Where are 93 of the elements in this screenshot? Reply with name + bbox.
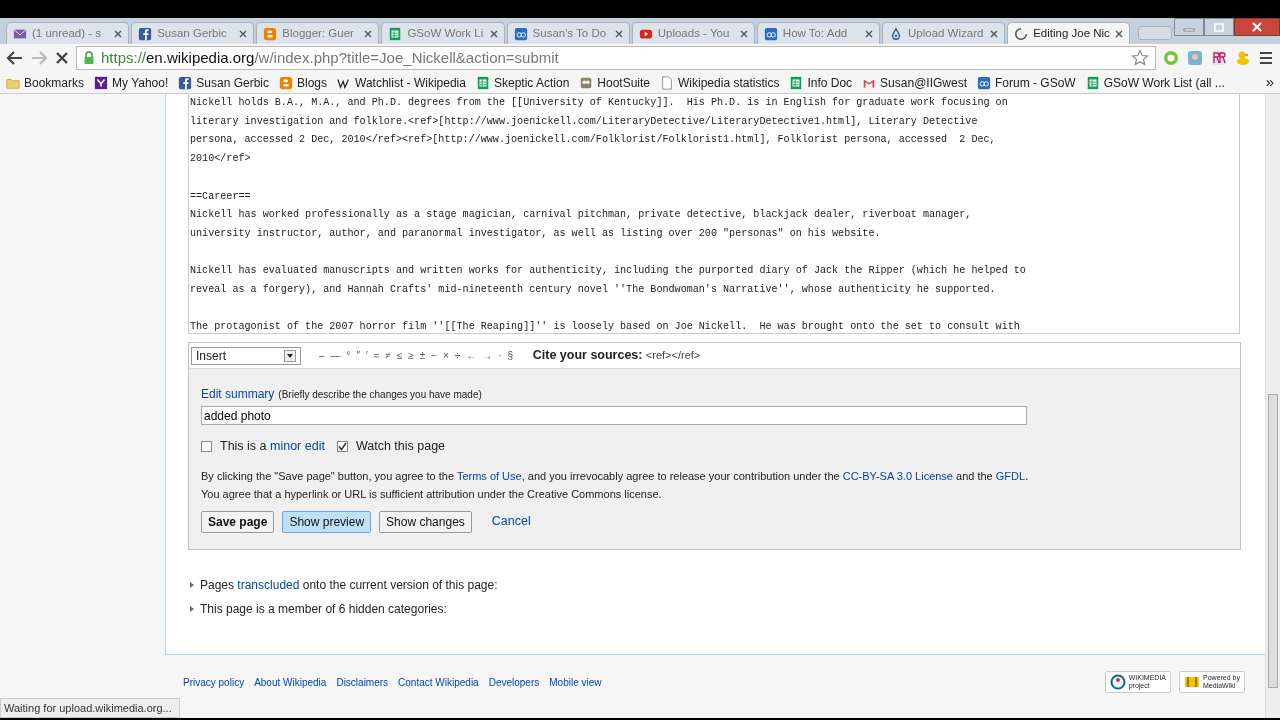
envelope-icon	[13, 26, 27, 41]
browser-tab[interactable]: Blogger: Guer	[256, 22, 380, 44]
license-link[interactable]: CC-BY-SA 3.0 License	[842, 469, 953, 482]
close-icon[interactable]	[239, 29, 248, 38]
attribution-text: You agree that a hyperlink or URL is sufficient attribution under the Creative Commons license.	[201, 487, 663, 503]
cite-sources-text: Cite your sources: <ref></ref>	[532, 347, 701, 365]
address-bar[interactable]: https://en.wikipedia.org/w/index.php?title=Joe_Nickell&action=submit	[76, 46, 1156, 70]
edit-summary-link[interactable]: Edit summary	[201, 385, 275, 403]
text-link[interactable]: transcluded	[237, 577, 300, 592]
footer-link[interactable]: About Wikipedia	[254, 674, 327, 701]
bookmark-item[interactable]: Susan Gerbic	[178, 73, 269, 92]
footer-link[interactable]: Contact Wikipedia	[398, 674, 479, 701]
bookmark-item[interactable]: GSoW Work List (all ...	[1085, 73, 1225, 92]
scrollbar[interactable]	[1265, 94, 1280, 718]
menu-icon[interactable]	[1258, 50, 1274, 66]
footer-link[interactable]: Developers	[488, 674, 540, 701]
bookmark-item[interactable]: Watchlist - Wikipedia	[337, 73, 466, 92]
collapsible-heading: Pages transcluded onto the current version of this page:	[200, 576, 498, 594]
pb-logo-icon	[977, 75, 991, 90]
facebook-icon	[138, 26, 153, 41]
insert-dropdown[interactable]: Insert	[191, 346, 301, 365]
pb-logo-icon	[763, 26, 778, 41]
close-icon[interactable]	[739, 29, 748, 38]
special-characters[interactable]: – — ° ″ ′ ≈ ≠ ≤ ≥ ± − × ÷ ← → · §	[319, 348, 515, 363]
more-bookmarks-button[interactable]: »	[1265, 71, 1274, 94]
yahoo-icon	[94, 75, 109, 90]
checkbox-label: This is a minor edit	[220, 438, 325, 455]
lock-icon	[83, 51, 95, 65]
pb-logo-icon	[513, 26, 528, 41]
restore-icon[interactable]	[1204, 18, 1234, 36]
checkmark-icon	[337, 441, 347, 451]
collapsed-arrow-icon[interactable]	[188, 580, 196, 589]
bookmark-item[interactable]: Susan@IIGwest	[862, 73, 967, 92]
browser-tab[interactable]: (1 unread) - s	[6, 22, 130, 44]
spreadsheet-icon	[789, 75, 804, 90]
spreadsheet-icon	[475, 75, 490, 90]
edit-summary-field[interactable]: added photo	[201, 406, 1027, 425]
wikitext-editor[interactable]: Nickell holds B.A., M.A., and Ph.D. degrees from the [[University of Kentucky]]. His Ph.D. is in English for graduate work focusing on literary investigation and folklore.<ref>[http://www.joenickell.com/LiteraryDetective/LiteraryDetective1.html], Literary Detective persona, accessed 2 Dec, 2010</ref><ref>[http://www.joenickell.com/Folklorist/Folklorist1.html], Folklorist persona, accessed 2 Dec, 2010</ref> ==Career== Nickell has worked professionally as a stage magician, carnival pitchman, private detective, blackjack dealer, riverboat manager, university instructor, author, and paranormal investigator, as well as listing over 200 "personas" on his website. Nickell has evaluated manuscripts and written works for authenticity, including the purported diary of Jack the Ripper (which he helped to reveal as a forgery), and Hannah Crafts' mid-nineteenth century novel ''The Bondwoman's Narrative'', whose authenticity he supported. The protagonist of the 2007 horror film ''[[The Reaping]]'' is loosely based on Joe Nickell. He was brought onto the set to consult with	[188, 94, 1240, 334]
browser-tab[interactable]: Editing Joe Nic	[1007, 22, 1131, 44]
bookmark-item[interactable]: Info Doc	[789, 73, 853, 92]
globe-icon	[1109, 673, 1126, 690]
close-icon[interactable]	[614, 29, 623, 38]
close-icon[interactable]	[1234, 18, 1280, 36]
checkbox-label: Watch this page	[355, 438, 446, 455]
blogger-icon	[263, 26, 278, 41]
footer-link[interactable]: Privacy policy	[183, 674, 245, 701]
url-text: https://en.wikipedia.org/w/index.php?title=Joe_Nickell&action=submit	[101, 47, 559, 68]
blogger-icon	[279, 75, 293, 90]
bookmark-item[interactable]: My Yahoo!	[94, 73, 169, 92]
close-icon[interactable]	[489, 29, 498, 38]
spreadsheet-icon	[388, 26, 403, 41]
browser-tab[interactable]: How To: Add	[756, 22, 880, 44]
license-link[interactable]: Terms of Use	[456, 469, 522, 482]
bookmark-item[interactable]: HootSuite	[579, 73, 651, 92]
bookmark-item[interactable]: Forum - GSoW	[977, 73, 1076, 92]
form-button[interactable]: Show preview	[282, 510, 372, 533]
checkbox[interactable]	[201, 440, 212, 452]
footer-link[interactable]: Mobile view	[549, 674, 602, 701]
close-icon[interactable]	[1115, 29, 1124, 38]
close-icon[interactable]	[865, 29, 873, 38]
browser-tab[interactable]: Uploads - You	[631, 22, 755, 44]
checkbox[interactable]	[336, 440, 348, 452]
minor-edit-link[interactable]: minor edit	[270, 439, 325, 453]
page-icon	[660, 75, 675, 90]
bookmark-item[interactable]: Bookmarks	[6, 73, 85, 92]
bookmark-item[interactable]: Blogs	[279, 73, 328, 92]
browser-tab[interactable]: Susan Gerbic	[131, 22, 255, 44]
spreadsheet-icon	[1085, 75, 1100, 90]
drop-icon	[889, 26, 903, 41]
bookmark-item[interactable]: Skeptic Action	[475, 73, 570, 92]
back-arrow-icon[interactable]	[6, 50, 24, 66]
stop-icon[interactable]	[54, 50, 70, 66]
form-button[interactable]: Save page	[201, 510, 275, 533]
browser-tab[interactable]: Susan's To Do	[506, 22, 630, 44]
close-icon[interactable]	[990, 29, 999, 38]
facebook-icon	[178, 75, 193, 90]
loading-spinner-icon	[1014, 26, 1029, 41]
bookmark-item[interactable]: Wikipedia statistics	[660, 73, 780, 92]
edit-summary-hint: (Briefly describe the changes you have made)	[278, 388, 482, 402]
collapsible-heading: This page is a member of 6 hidden categories:	[200, 600, 447, 618]
rr-extension-icon[interactable]	[1210, 49, 1228, 67]
status-bar: Waiting for upload.wikimedia.org...	[0, 697, 180, 718]
close-icon[interactable]	[364, 29, 373, 38]
star-icon[interactable]	[1131, 49, 1149, 67]
cancel-link[interactable]: Cancel	[485, 511, 537, 533]
close-icon[interactable]	[114, 29, 123, 38]
form-button[interactable]: Show changes	[379, 510, 472, 533]
browser-tab[interactable]: GSoW Work Li	[381, 22, 505, 44]
license-text: By clicking the "Save page" button, you agree to the Terms of Use, and you irrevocably agree to release your contribution under the CC-BY-SA 3.0 License and the GFDL.	[201, 468, 1030, 484]
caret-icon	[284, 349, 296, 362]
footer-link[interactable]: Disclaimers	[336, 674, 389, 701]
browser-tab[interactable]: Upload Wizard	[882, 22, 1006, 44]
collapsed-arrow-icon[interactable]	[188, 604, 196, 613]
